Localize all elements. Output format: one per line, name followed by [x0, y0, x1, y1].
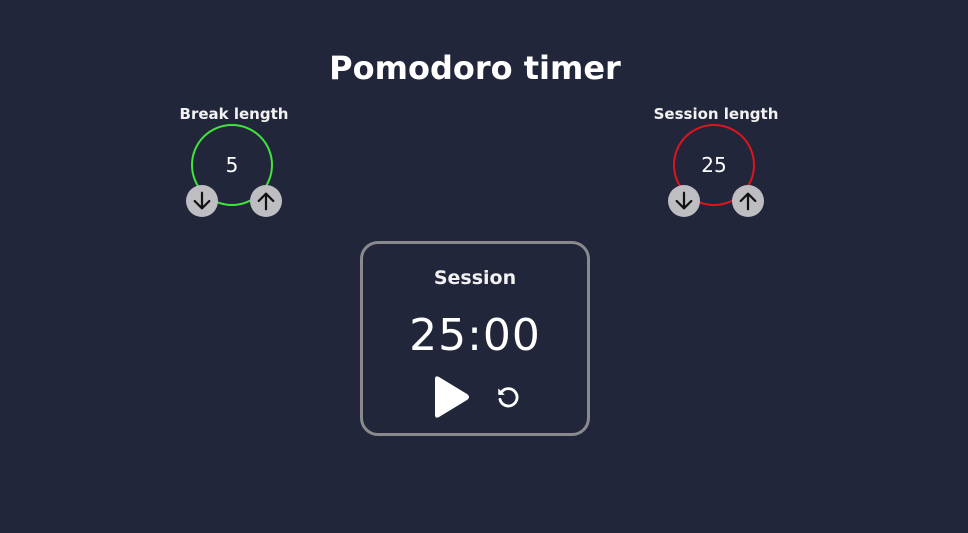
break-increment-button[interactable] — [250, 185, 282, 217]
arrow-up-icon — [257, 192, 275, 211]
reset-button[interactable] — [495, 384, 521, 410]
arrow-down-icon — [675, 191, 693, 210]
page-title: Pomodoro timer — [329, 49, 621, 87]
break-length-control: Break length 5 — [154, 104, 314, 224]
session-length-value: 25 — [701, 153, 727, 177]
reset-icon — [498, 387, 519, 408]
session-increment-button[interactable] — [732, 185, 764, 217]
play-button[interactable] — [431, 374, 471, 420]
break-decrement-button[interactable] — [186, 185, 218, 217]
timer-label: Session — [433, 267, 517, 289]
play-icon — [435, 376, 469, 418]
arrow-up-icon — [739, 192, 757, 211]
timer-display: 25:00 — [409, 310, 541, 361]
session-length-label: Session length — [653, 105, 779, 123]
break-length-value: 5 — [225, 153, 239, 177]
arrow-down-icon — [193, 191, 211, 210]
timer-panel: Session 25:00 — [360, 241, 590, 436]
session-decrement-button[interactable] — [668, 185, 700, 217]
break-length-label: Break length — [179, 105, 289, 123]
session-length-control: Session length 25 — [636, 104, 796, 224]
